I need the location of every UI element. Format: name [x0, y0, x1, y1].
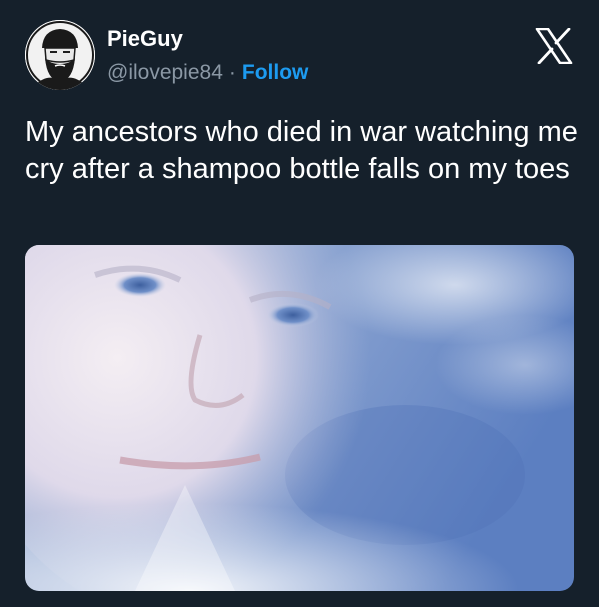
x-logo-icon[interactable] [535, 27, 573, 65]
follow-button[interactable]: Follow [242, 61, 309, 84]
avatar-image [25, 20, 95, 90]
tweet-card: PieGuy @ilovepie84 · Follow My ancestors w… [0, 0, 599, 607]
tweet-text: My ancestors who died in war watching me… [25, 116, 578, 185]
separator-dot: · [228, 61, 236, 84]
handle-line: @ilovepie84 · Follow [107, 60, 308, 86]
tweet-media-image[interactable] [25, 245, 574, 591]
display-name[interactable]: PieGuy [107, 26, 183, 52]
avatar[interactable] [25, 20, 95, 90]
user-handle[interactable]: @ilovepie84 [107, 61, 223, 84]
